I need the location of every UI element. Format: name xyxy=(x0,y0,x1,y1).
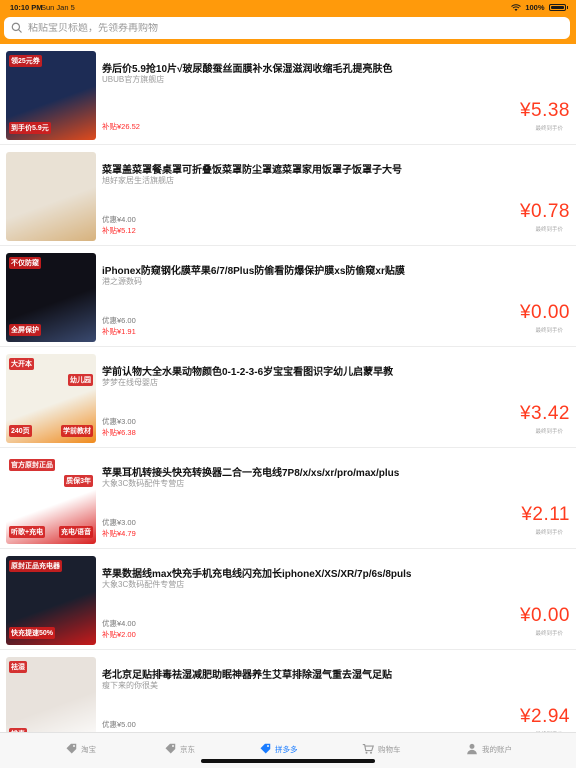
tab-account[interactable]: 我的账户 xyxy=(466,741,512,757)
final-price-label: 最终到手价 xyxy=(535,530,563,536)
tag-icon xyxy=(260,743,271,754)
tab-label: 拼多多 xyxy=(275,744,298,754)
product-title: 老北京足贴排毒祛湿减肥助眠神器养生艾草排除湿气重去湿气足贴 xyxy=(102,670,392,681)
subsidy-amount: 补贴¥6.38 xyxy=(102,428,136,437)
search-bar[interactable] xyxy=(4,17,570,39)
final-price-label: 最终到手价 xyxy=(535,328,563,334)
final-price: ¥2.94 xyxy=(519,706,570,727)
product-title: 菜罩盖菜罩餐桌罩可折叠饭菜罩防尘罩遮菜罩家用饭罩子饭罩子大号 xyxy=(102,165,402,176)
final-price-label: 最终到手价 xyxy=(535,126,563,132)
coupon-amount: 优惠¥6.00 xyxy=(102,316,136,325)
product-thumbnail[interactable]: 不仅防窥 全屏保护 xyxy=(6,253,96,342)
thumbnail-badge: 全屏保护 xyxy=(9,324,41,336)
product-title: 券后价5.9抢10片√玻尿酸蚕丝面膜补水保湿滋润收缩毛孔提亮肤色 xyxy=(102,64,393,75)
tab-taobao[interactable]: 淘宝 xyxy=(65,741,96,757)
thumbnail-badge: 不仅防窥 xyxy=(9,257,41,269)
final-price: ¥5.38 xyxy=(519,100,570,121)
thumbnail-badge: 原封正品充电器 xyxy=(9,560,62,572)
battery-icon xyxy=(548,4,566,11)
thumbnail-badge: 学前教材 xyxy=(61,425,93,437)
shop-name: 梦梦在线母婴店 xyxy=(102,378,158,387)
status-time: 10:10 PM xyxy=(10,3,43,12)
home-indicator xyxy=(201,759,375,763)
person-icon xyxy=(467,743,477,755)
coupon-amount: 优惠¥5.00 xyxy=(102,720,136,729)
tab-label: 淘宝 xyxy=(81,744,96,754)
top-header: 10:10 PM Sun Jan 5 100% xyxy=(0,0,576,44)
thumbnail-badge: 到手价5.9元 xyxy=(9,122,51,134)
subsidy-amount: 补贴¥2.00 xyxy=(102,630,136,639)
tab-label: 购物车 xyxy=(378,744,401,754)
product-item[interactable]: 大开本 240页 幼儿园学前教材 学前认物大全水果动物颜色0-1-2-3-6岁宝宝看图… xyxy=(0,347,576,448)
product-item[interactable]: 原封正品充电器 快充提速50% 苹果数据线max快充手机充电线闪充加长iphoneX… xyxy=(0,549,576,650)
product-thumbnail[interactable]: 大开本 240页 幼儿园学前教材 xyxy=(6,354,96,443)
thumbnail-badge: 充电/语音 xyxy=(59,526,93,538)
product-thumbnail[interactable] xyxy=(6,152,96,241)
product-item[interactable]: 菜罩盖菜罩餐桌罩可折叠饭菜罩防尘罩遮菜罩家用饭罩子饭罩子大号 旭好家居生活旗舰店优… xyxy=(0,145,576,246)
thumbnail-badge: 快充提速50% xyxy=(9,627,56,639)
tag-icon xyxy=(66,743,77,754)
product-item[interactable]: 不仅防窥全屏保护 iPhonex防窥钢化膜苹果6/7/8Plus防偷看防爆保护膜x… xyxy=(0,246,576,347)
subsidy-amount: 补贴¥5.12 xyxy=(102,226,136,235)
thumbnail-badge: 大开本 xyxy=(9,358,34,370)
coupon-amount: 优惠¥4.00 xyxy=(102,215,136,224)
product-title: 苹果耳机转接头快充转换器二合一充电线7P8/x/xs/xr/pro/max/pl… xyxy=(102,468,400,479)
tab-label: 我的账户 xyxy=(482,744,512,754)
battery-percent: 100% xyxy=(525,3,545,12)
cart-icon xyxy=(362,743,374,754)
shop-name: 港之源数码 xyxy=(102,277,142,286)
product-title: 苹果数据线max快充手机充电线闪充加长iphoneX/XS/XR/7p/6s/8… xyxy=(102,569,412,580)
product-title: 学前认物大全水果动物颜色0-1-2-3-6岁宝宝看图识字幼儿启蒙早教 xyxy=(102,367,394,378)
product-thumbnail[interactable]: 官方原封正品 听歌+充电 质保3年充电/语音 xyxy=(6,455,96,544)
shop-name: 大象3C数码配件专营店 xyxy=(102,580,185,589)
tab-pinduoduo[interactable]: 拼多多 xyxy=(259,741,298,757)
thumbnail-badge: 官方原封正品 xyxy=(9,459,55,471)
thumbnail-badge: 听歌+充电 xyxy=(9,526,46,538)
final-price: ¥2.11 xyxy=(521,504,570,525)
status-date: Sun Jan 5 xyxy=(41,3,75,12)
tab-jd[interactable]: 京东 xyxy=(164,741,195,757)
battery-cap xyxy=(566,6,568,9)
tag-icon xyxy=(165,743,176,754)
shop-name: UBUB官方旗舰店 xyxy=(102,75,165,84)
shop-name: 旭好家居生活旗舰店 xyxy=(102,176,174,185)
product-thumbnail[interactable]: 原封正品充电器 快充提速50% xyxy=(6,556,96,645)
subsidy-amount: 补贴¥4.79 xyxy=(102,529,136,538)
search-input[interactable] xyxy=(28,22,548,34)
thumbnail-badge: 领25元券 xyxy=(9,55,42,67)
product-thumbnail[interactable]: 领25元券到手价5.9元 xyxy=(6,51,96,140)
thumbnail-badge: 祛湿 xyxy=(9,661,27,673)
final-price-label: 最终到手价 xyxy=(535,631,563,637)
status-bar: 10:10 PM Sun Jan 5 100% xyxy=(0,0,576,14)
coupon-amount: 优惠¥4.00 xyxy=(102,619,136,628)
tab-label: 京东 xyxy=(180,744,195,754)
wifi-icon xyxy=(511,3,522,11)
product-title: iPhonex防窥钢化膜苹果6/7/8Plus防偷看防爆保护膜xs防偷窥xr贴膜 xyxy=(102,266,405,277)
final-price: ¥0.78 xyxy=(519,201,570,222)
shop-name: 大象3C数码配件专营店 xyxy=(102,479,185,488)
subsidy-amount: 补贴¥26.52 xyxy=(102,122,140,131)
final-price-label: 最终到手价 xyxy=(535,429,563,435)
thumbnail-badge: 幼儿园 xyxy=(68,374,93,386)
search-icon xyxy=(11,22,22,33)
final-price: ¥0.00 xyxy=(519,302,570,323)
thumbnail-badge: 240页 xyxy=(9,425,32,437)
status-right: 100% xyxy=(511,3,568,12)
coupon-amount: 优惠¥3.00 xyxy=(102,417,136,426)
tab-cart[interactable]: 购物车 xyxy=(362,741,401,757)
final-price-label: 最终到手价 xyxy=(535,227,563,233)
product-item[interactable]: 官方原封正品 听歌+充电 质保3年充电/语音 苹果耳机转接头快充转换器二合一充电线7P… xyxy=(0,448,576,549)
coupon-amount: 优惠¥3.00 xyxy=(102,518,136,527)
thumbnail-badge: 质保3年 xyxy=(64,475,93,487)
product-item[interactable]: 领25元券 到手价5.9元 券后价5.9抢10片√玻尿酸蚕丝面膜补水保湿滋润收缩毛孔… xyxy=(0,44,576,145)
final-price: ¥0.00 xyxy=(519,605,570,626)
subsidy-amount: 补贴¥1.91 xyxy=(102,327,136,336)
final-price: ¥3.42 xyxy=(519,403,570,424)
shop-name: 瘦下来的你很美 xyxy=(102,681,158,690)
